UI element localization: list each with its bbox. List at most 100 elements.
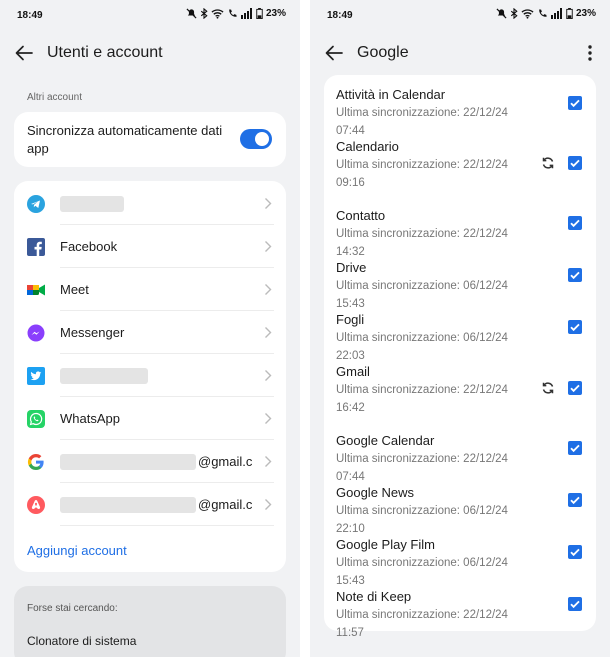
sync-item-last-sync: Ultima sincronizzazione: 06/12/24 22:03	[336, 332, 508, 362]
account-email-domain: @gmail.c	[198, 497, 253, 512]
wifi-icon	[211, 9, 224, 19]
sync-item-checkbox[interactable]	[568, 381, 582, 395]
check-icon	[570, 271, 580, 280]
account-label: Messenger	[60, 325, 125, 340]
sync-items-list: Attività in Calendar Ultima sincronizzaz…	[324, 75, 596, 639]
status-icons: 23%	[186, 8, 286, 19]
sync-item-name: Drive	[336, 260, 367, 275]
account-row-facebook[interactable]: Facebook	[14, 225, 286, 268]
account-row-whatsapp[interactable]: WhatsApp	[14, 397, 286, 440]
auto-sync-card: Sincronizza automaticamente dati app	[14, 112, 286, 167]
status-time: 18:49	[327, 10, 353, 21]
signal-icon	[550, 8, 562, 19]
redacted-account-name	[60, 196, 124, 212]
auto-sync-toggle[interactable]	[240, 129, 272, 149]
suggestion-item[interactable]: Clonatore di sistema	[27, 634, 136, 648]
sync-item-checkbox[interactable]	[568, 493, 582, 507]
battery-percent: 23%	[575, 8, 596, 19]
redacted-account-name	[60, 368, 148, 384]
sync-item-last-sync: Ultima sincronizzazione: 06/12/24 15:43	[336, 280, 508, 310]
wifi-icon	[521, 9, 534, 19]
syncing-icon	[542, 382, 554, 394]
check-icon	[570, 99, 580, 108]
account-row-messenger[interactable]: Messenger	[14, 311, 286, 354]
chevron-right-icon	[265, 370, 272, 381]
sync-item-checkbox[interactable]	[568, 441, 582, 455]
sync-item-last-sync: Ultima sincronizzazione: 22/12/24 16:42	[336, 384, 508, 414]
screen-divider	[300, 0, 310, 657]
sync-item-name: Google Play Film	[336, 537, 435, 552]
google-account-screen: 18:49 23% Google Attività in Calendar Ul…	[310, 0, 610, 657]
account-row-twitter[interactable]	[14, 354, 286, 397]
status-bar: 18:49 23%	[310, 0, 610, 30]
redacted-email-user	[60, 497, 196, 513]
sync-item-last-sync: Ultima sincronizzazione: 22/12/24 11:57	[336, 609, 508, 639]
sync-item-last-sync: Ultima sincronizzazione: 22/12/24 07:44	[336, 107, 508, 137]
back-arrow-icon[interactable]	[13, 42, 35, 64]
account-row-airbnb[interactable]: @gmail.c	[14, 483, 286, 526]
auto-sync-label: Sincronizza automaticamente dati app	[27, 123, 223, 156]
bluetooth-icon	[200, 8, 208, 19]
messenger-icon	[27, 324, 45, 342]
sync-item-checkbox[interactable]	[568, 320, 582, 334]
suggestions-card: Forse stai cercando: Clonatore di sistem…	[14, 586, 286, 657]
check-icon	[570, 159, 580, 168]
battery-icon	[566, 8, 573, 19]
telegram-icon	[27, 195, 45, 213]
back-arrow-icon[interactable]	[323, 42, 345, 64]
sync-item-checkbox[interactable]	[568, 597, 582, 611]
chevron-right-icon	[265, 198, 272, 209]
call-icon	[539, 9, 547, 17]
google-icon	[27, 453, 44, 471]
chevron-right-icon	[265, 284, 272, 295]
whatsapp-icon	[27, 410, 45, 428]
toggle-knob	[255, 132, 269, 146]
row-divider	[60, 525, 274, 526]
more-options-icon[interactable]	[584, 42, 596, 64]
sync-item-name: Attività in Calendar	[336, 87, 446, 102]
account-row-meet[interactable]: Meet	[14, 268, 286, 311]
sync-item-name: Calendario	[336, 139, 399, 154]
check-icon	[570, 600, 580, 609]
add-account-link[interactable]: Aggiungi account	[27, 543, 127, 558]
chevron-right-icon	[265, 241, 272, 252]
account-label: Meet	[60, 282, 89, 297]
check-icon	[570, 219, 580, 228]
sync-item-checkbox[interactable]	[568, 545, 582, 559]
sync-item-name: Google News	[336, 485, 415, 500]
page-title: Utenti e account	[47, 44, 163, 61]
sync-item-name: Note di Keep	[336, 589, 412, 604]
sync-item-checkbox[interactable]	[568, 96, 582, 110]
mute-icon	[186, 8, 197, 19]
section-label: Altri account	[27, 92, 83, 103]
twitter-icon	[27, 367, 45, 385]
sync-item-checkbox[interactable]	[568, 156, 582, 170]
suggestions-label: Forse stai cercando:	[27, 603, 118, 614]
chevron-right-icon	[265, 456, 272, 467]
signal-icon	[240, 8, 252, 19]
check-icon	[570, 323, 580, 332]
sync-item-last-sync: Ultima sincronizzazione: 22/12/24 07:44	[336, 453, 508, 483]
account-row-telegram[interactable]	[14, 182, 286, 225]
check-icon	[570, 496, 580, 505]
account-row-google[interactable]: @gmail.c	[14, 440, 286, 483]
sync-item-last-sync: Ultima sincronizzazione: 06/12/24 15:43	[336, 557, 508, 587]
battery-icon	[256, 8, 263, 19]
sync-item-name: Google Calendar	[336, 433, 435, 448]
sync-item-last-sync: Ultima sincronizzazione: 06/12/24 22:10	[336, 505, 508, 535]
app-bar: Google	[310, 36, 610, 70]
redacted-email-user	[60, 454, 196, 470]
sync-item-last-sync: Ultima sincronizzazione: 22/12/24 14:32	[336, 228, 508, 258]
sync-item-name: Fogli	[336, 312, 365, 327]
syncing-icon	[542, 157, 554, 169]
chevron-right-icon	[265, 413, 272, 424]
check-icon	[570, 384, 580, 393]
accounts-screen: 18:49 23% Utenti e account Altri account…	[0, 0, 300, 657]
facebook-icon	[27, 238, 45, 256]
sync-item-checkbox[interactable]	[568, 216, 582, 230]
chevron-right-icon	[265, 327, 272, 338]
account-email-domain: @gmail.c	[198, 454, 253, 469]
sync-item-checkbox[interactable]	[568, 268, 582, 282]
status-icons: 23%	[496, 8, 596, 19]
mute-icon	[496, 8, 507, 19]
